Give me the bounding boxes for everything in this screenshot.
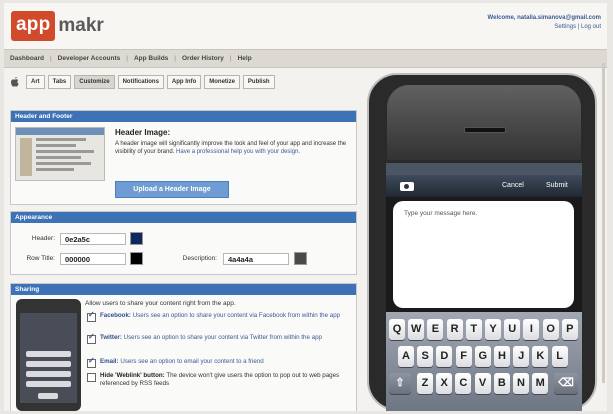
key-o[interactable]: O <box>542 319 559 340</box>
step-app-info[interactable]: App Info <box>166 75 202 89</box>
option-text: Users see an option to email your conten… <box>120 358 264 365</box>
row-title-color-input[interactable]: 000000 <box>60 253 126 265</box>
nav-help[interactable]: Help <box>232 55 258 62</box>
phone-speaker <box>464 127 506 133</box>
description-color-input[interactable]: 4a4a4a <box>223 253 289 265</box>
key-p[interactable]: P <box>561 319 578 340</box>
page-scrollbar[interactable] <box>602 63 605 383</box>
key-c[interactable]: C <box>455 373 472 394</box>
nav-app-builds[interactable]: App Builds <box>128 55 174 62</box>
shift-icon[interactable]: ⇧ <box>389 373 411 394</box>
share-option-twitter: Twitter: Users see an option to share yo… <box>87 333 351 344</box>
message-textarea[interactable]: Type your message here. <box>393 201 574 308</box>
header-image-title: Header Image: <box>115 128 171 137</box>
key-a[interactable]: A <box>398 346 414 367</box>
panel-title: Sharing <box>11 284 356 295</box>
sharing-panel: Sharing Allow users to share your conten… <box>10 283 357 411</box>
panel-title: Header and Footer <box>11 111 356 122</box>
share-option-email: Email: Users see an option to email your… <box>87 357 351 368</box>
nav-order-history[interactable]: Order History <box>176 55 230 62</box>
account-links[interactable]: Settings | Log out <box>488 23 601 32</box>
hide-weblink-checkbox[interactable] <box>87 373 96 382</box>
header-image-preview <box>15 127 105 181</box>
sharing-intro: Allow users to share your content right … <box>85 300 236 307</box>
key-f[interactable]: F <box>455 346 472 367</box>
key-d[interactable]: D <box>436 346 453 367</box>
build-steps: Art Tabs Customize Notifications App Inf… <box>10 75 278 89</box>
welcome-text: Welcome, natalia.simanova@gmail.com <box>487 15 601 21</box>
option-name: Hide 'Weblink' button: <box>100 372 165 379</box>
header-image-description: A header image will significantly improv… <box>115 140 347 156</box>
description-color-label: Description: <box>182 255 217 262</box>
key-v[interactable]: V <box>474 373 491 394</box>
nav-dashboard[interactable]: Dashboard <box>4 55 50 62</box>
upload-header-image-button[interactable]: Upload a Header Image <box>115 181 229 198</box>
design-help-link[interactable]: Have a professional help you with your d… <box>176 149 300 155</box>
main-nav: Dashboard | Developer Accounts | App Build… <box>4 49 607 68</box>
key-i[interactable]: I <box>523 319 540 340</box>
step-tabs[interactable]: Tabs <box>47 75 72 89</box>
share-option-facebook: Facebook: Users see an option to share y… <box>87 311 351 322</box>
description-color-swatch[interactable] <box>294 252 307 265</box>
account-info: Welcome, natalia.simanova@gmail.com Sett… <box>488 14 601 32</box>
key-h[interactable]: H <box>494 346 510 367</box>
iphone-preview: Cancel Submit Type your message here. QW… <box>367 73 597 411</box>
key-u[interactable]: U <box>504 319 521 340</box>
step-art[interactable]: Art <box>26 75 45 89</box>
key-w[interactable]: W <box>408 319 425 340</box>
option-name: Email: <box>100 358 119 365</box>
email-checkbox[interactable] <box>87 357 96 368</box>
header-color-swatch[interactable] <box>130 232 143 245</box>
app-page: app makr Welcome, natalia.simanova@gmail… <box>4 3 607 411</box>
step-notifications[interactable]: Notifications <box>117 75 164 89</box>
option-name: Twitter: <box>100 334 122 341</box>
key-n[interactable]: N <box>513 373 529 394</box>
key-q[interactable]: Q <box>389 319 405 340</box>
key-k[interactable]: K <box>532 346 549 367</box>
row-title-color-swatch[interactable] <box>130 252 143 265</box>
key-r[interactable]: R <box>446 319 463 340</box>
key-m[interactable]: M <box>532 373 549 394</box>
message-placeholder: Type your message here. <box>404 210 478 217</box>
nav-developer-accounts[interactable]: Developer Accounts <box>52 55 127 62</box>
option-text: Users see an option to share your conten… <box>132 312 341 319</box>
header-footer-panel: Header and Footer Header Image: A header… <box>10 110 357 205</box>
key-l[interactable]: L <box>551 346 568 367</box>
step-monetize[interactable]: Monetize <box>204 75 240 89</box>
option-text: Users see an option to share your conten… <box>123 334 322 341</box>
top-bar: app makr Welcome, natalia.simanova@gmail… <box>4 3 607 49</box>
panel-title: Appearance <box>11 212 356 223</box>
logo-text: makr <box>58 15 104 36</box>
appearance-panel: Appearance Header: 0e2a5c Row Title: 000… <box>10 211 357 275</box>
key-y[interactable]: Y <box>485 319 501 340</box>
phone-screen: Cancel Submit Type your message here. QW… <box>386 163 582 411</box>
header-color-label: Header: <box>31 235 55 242</box>
apple-icon <box>11 76 19 87</box>
sharing-preview-image <box>16 299 81 411</box>
on-screen-keyboard: Q W E R T Y U I O P A S D F G H J K L Z X C V B N M ⇧ ⌫ <box>386 312 582 411</box>
key-t[interactable]: T <box>465 319 482 340</box>
option-name: Facebook: <box>100 312 131 319</box>
cancel-button[interactable]: Cancel <box>502 182 524 189</box>
facebook-checkbox[interactable] <box>87 311 96 322</box>
step-publish[interactable]: Publish <box>242 75 275 89</box>
key-s[interactable]: S <box>417 346 434 367</box>
share-option-hide-weblink: Hide 'Weblink' button: The device won't … <box>87 372 351 388</box>
header-color-input[interactable]: 0e2a5c <box>60 233 126 245</box>
key-z[interactable]: Z <box>417 373 433 394</box>
key-e[interactable]: E <box>427 319 444 340</box>
row-title-color-label: Row Title: <box>26 255 55 262</box>
appmakr-logo[interactable]: app makr <box>11 11 104 41</box>
twitter-checkbox[interactable] <box>87 333 96 344</box>
share-toolbar: Cancel Submit <box>386 175 582 197</box>
backspace-icon[interactable]: ⌫ <box>554 373 578 394</box>
logo-box: app <box>11 11 56 41</box>
key-j[interactable]: J <box>513 346 530 367</box>
camera-icon[interactable] <box>400 182 414 191</box>
key-x[interactable]: X <box>436 373 453 394</box>
key-b[interactable]: B <box>493 373 510 394</box>
step-customize[interactable]: Customize <box>74 75 115 89</box>
submit-button[interactable]: Submit <box>546 182 568 189</box>
key-g[interactable]: G <box>474 346 491 367</box>
